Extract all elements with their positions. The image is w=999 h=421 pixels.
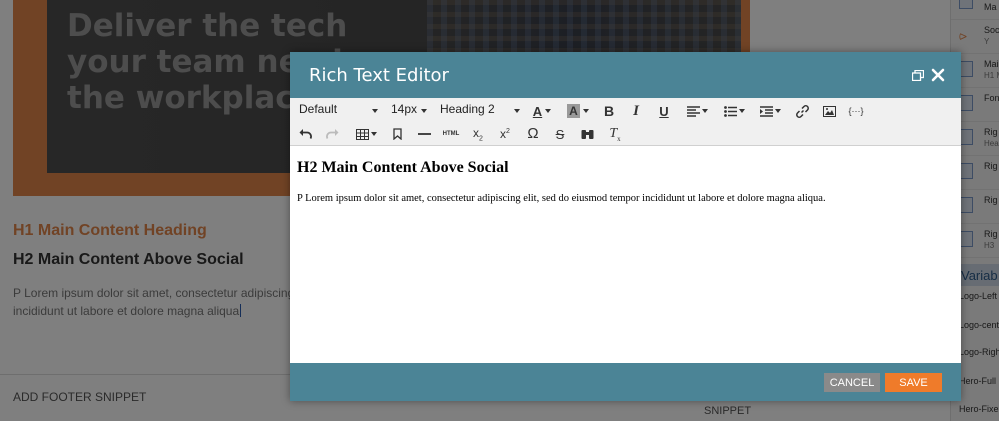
maximize-icon[interactable] (912, 70, 924, 81)
dialog-header: Rich Text Editor (290, 52, 961, 98)
text-color-button[interactable]: A (529, 101, 555, 121)
list-button[interactable] (721, 101, 747, 121)
chevron-down-icon (372, 109, 378, 113)
strikethrough-button[interactable]: S (550, 124, 570, 144)
background-color-button[interactable]: A (565, 101, 591, 121)
dialog-footer: CANCEL SAVE (290, 363, 961, 401)
subscript-button[interactable]: x2 (468, 124, 488, 144)
font-size-value: 14px (391, 102, 418, 116)
clear-formatting-icon: Tx (609, 125, 621, 143)
clear-formatting-button[interactable]: Tx (605, 124, 625, 144)
dialog-title: Rich Text Editor (309, 65, 449, 86)
source-code-button[interactable]: HTML (441, 124, 461, 144)
bold-icon: B (603, 103, 615, 119)
bookmark-button[interactable] (387, 124, 407, 144)
indent-icon (759, 105, 773, 117)
chevron-down-icon (545, 109, 552, 113)
horizontal-rule-button[interactable] (414, 124, 434, 144)
underline-icon: U (659, 103, 669, 119)
link-button[interactable] (792, 101, 812, 121)
chevron-down-icon (774, 109, 781, 113)
horizontal-rule-icon (417, 133, 431, 135)
cancel-button[interactable]: CANCEL (824, 373, 880, 392)
redo-button[interactable] (322, 124, 342, 144)
format-select[interactable]: Heading 2 (440, 102, 495, 120)
chevron-down-icon (514, 109, 520, 113)
format-value: Heading 2 (440, 102, 495, 116)
italic-icon: I (633, 102, 639, 119)
insert-variable-button[interactable]: {···} (846, 101, 866, 121)
chevron-down-icon (370, 132, 377, 136)
subscript-icon: x2 (473, 125, 483, 143)
chevron-down-icon (582, 109, 589, 113)
find-replace-button[interactable] (577, 124, 597, 144)
underline-button[interactable]: U (654, 101, 674, 121)
link-icon (795, 104, 809, 118)
indent-button[interactable] (757, 101, 783, 121)
chevron-down-icon (701, 109, 708, 113)
bookmark-icon (392, 128, 402, 140)
undo-button[interactable] (295, 124, 315, 144)
editor-toolbar: Default 14px Heading 2 A A B I U {···} H… (290, 98, 961, 146)
editor-paragraph[interactable]: P Lorem ipsum dolor sit amet, consectetu… (297, 193, 826, 204)
bullet-list-icon (723, 105, 737, 117)
chevron-down-icon (738, 109, 745, 113)
background-color-icon: A (567, 104, 580, 118)
binoculars-icon (581, 129, 593, 139)
font-size-select[interactable]: 14px (391, 102, 417, 120)
special-character-button[interactable]: Ω (523, 123, 543, 143)
omega-icon: Ω (527, 124, 539, 142)
html-icon: HTML (442, 131, 460, 137)
align-left-icon (686, 105, 700, 117)
editor-content-area[interactable]: H2 Main Content Above Social P Lorem ips… (290, 147, 961, 363)
rich-text-editor-dialog: Rich Text Editor Default 14px Heading 2 … (290, 52, 961, 401)
variable-icon: {···} (848, 106, 864, 116)
superscript-icon: x2 (500, 127, 510, 141)
undo-icon (299, 129, 312, 139)
font-family-value: Default (299, 102, 338, 116)
image-button[interactable] (819, 101, 839, 121)
italic-button[interactable]: I (626, 101, 646, 121)
editor-heading[interactable]: H2 Main Content Above Social (297, 159, 509, 177)
font-family-select[interactable]: Default (299, 102, 337, 120)
image-icon (822, 105, 836, 117)
bold-button[interactable]: B (599, 101, 619, 121)
strikethrough-icon: S (555, 126, 565, 142)
redo-icon (325, 129, 338, 139)
align-button[interactable] (684, 101, 710, 121)
text-color-icon: A (532, 103, 543, 119)
table-button[interactable] (353, 124, 379, 144)
close-icon[interactable] (931, 68, 945, 82)
superscript-button[interactable]: x2 (495, 124, 515, 144)
chevron-down-icon (421, 109, 427, 113)
table-icon (355, 128, 369, 140)
save-button[interactable]: SAVE (885, 373, 942, 392)
